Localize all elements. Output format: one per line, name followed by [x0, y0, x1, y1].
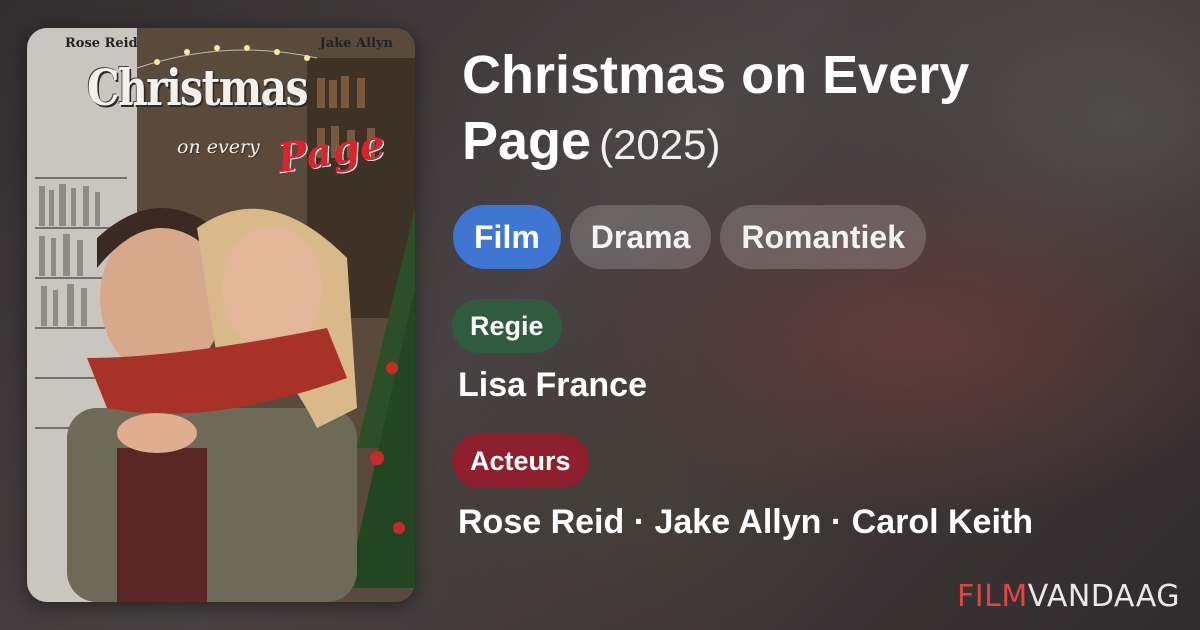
movie-title-heading: Christmas on Every Page (2025) — [462, 42, 1162, 178]
movie-year: (2025) — [599, 121, 721, 168]
poster-actor-left: Rose Reid — [65, 36, 138, 51]
poster-actor-right: Jake Allyn — [319, 36, 393, 51]
poster-title: Christmas — [87, 58, 309, 117]
genre-chip-film[interactable]: Film — [453, 205, 561, 269]
cast-names[interactable]: Rose Reid · Jake Allyn · Carol Keith — [458, 503, 1033, 542]
brand-part-vandaag: VANDAAG — [1027, 579, 1180, 614]
poster-subtitle: on every — [177, 136, 260, 158]
genre-chip-romantiek[interactable]: Romantiek — [720, 205, 926, 269]
cast-label: Acteurs — [452, 434, 589, 488]
filmvandaag-logo[interactable]: FILMVANDAAG — [957, 579, 1180, 614]
genre-chips: Film Drama Romantiek — [453, 205, 926, 269]
director-label: Regie — [452, 299, 562, 353]
director-names[interactable]: Lisa France — [458, 366, 647, 405]
movie-poster[interactable]: Rose Reid Jake Allyn Christmas on every … — [27, 28, 415, 602]
brand-part-film: FILM — [957, 579, 1028, 614]
genre-chip-drama[interactable]: Drama — [569, 205, 712, 269]
